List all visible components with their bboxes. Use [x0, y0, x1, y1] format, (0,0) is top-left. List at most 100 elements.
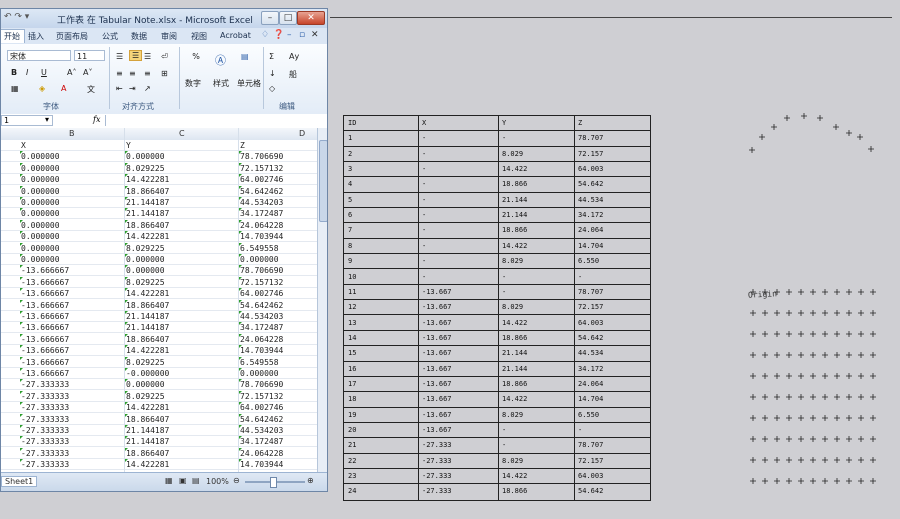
tab-formulas[interactable]: 公式	[102, 31, 118, 42]
cell[interactable]: 44.534203	[238, 425, 283, 436]
orientation-icon[interactable]: ↗	[144, 84, 151, 93]
close-button[interactable]: ✕	[297, 11, 325, 25]
cell[interactable]: 14.422281	[124, 345, 169, 356]
cell[interactable]: 0.000000	[20, 151, 60, 162]
align-top-icon[interactable]: ☰	[116, 52, 123, 61]
window-restore-icon[interactable]: ▫	[299, 30, 305, 40]
cell[interactable]: 0.000000	[20, 219, 60, 231]
cell[interactable]: 64.002746	[238, 174, 283, 185]
cell-grid[interactable]: X Y Z 0.000000 0.000000 78.706690 0.000000 8.02…	[1, 140, 317, 481]
cell[interactable]: 78.706690	[238, 265, 283, 276]
cell[interactable]: 18.866407	[124, 219, 169, 231]
fill-color-icon[interactable]: ◈	[39, 84, 45, 93]
styles-icon[interactable]: Ⓐ	[215, 52, 226, 68]
underline-button[interactable]: U	[41, 68, 47, 77]
cell[interactable]: 21.144187	[124, 208, 169, 219]
cell[interactable]: -27.333333	[19, 425, 69, 436]
cell[interactable]: 64.002746	[238, 402, 283, 413]
cells-button[interactable]: 单元格	[237, 78, 261, 89]
cell[interactable]: 21.144187	[124, 197, 169, 208]
cell[interactable]: -13.666667	[19, 356, 69, 368]
decrease-indent-icon[interactable]: ⇤	[116, 84, 123, 93]
column-header-d[interactable]: D	[299, 129, 305, 138]
cell[interactable]: 8.029225	[125, 356, 165, 368]
cell[interactable]: 0.000000	[125, 254, 165, 265]
tab-data[interactable]: 数据	[131, 31, 147, 42]
cell[interactable]: 21.144187	[124, 425, 169, 436]
cell[interactable]: 44.534203	[238, 197, 283, 208]
cell[interactable]: 0.000000	[20, 231, 60, 242]
align-center-icon[interactable]: ≡	[129, 69, 136, 78]
cell[interactable]: Y	[126, 140, 131, 151]
cell[interactable]: 18.866407	[124, 299, 169, 311]
scrollbar-thumb[interactable]	[319, 140, 327, 222]
cell[interactable]: 14.422281	[124, 402, 169, 413]
window-close-icon[interactable]: ✕	[311, 30, 319, 40]
align-left-icon[interactable]: ≡	[116, 69, 123, 78]
cell[interactable]: 14.703944	[238, 345, 283, 356]
cell[interactable]: 34.172487	[238, 436, 283, 447]
zoom-slider-knob[interactable]	[270, 477, 277, 488]
tab-home[interactable]: 开始	[1, 29, 25, 43]
cell[interactable]: 72.157132	[238, 390, 283, 402]
cell[interactable]: -27.333333	[19, 436, 69, 447]
column-header-c[interactable]: C	[179, 129, 185, 138]
help-icon[interactable]: ❓	[273, 30, 284, 40]
shrink-font-icon[interactable]: A˅	[83, 68, 92, 77]
font-color-icon[interactable]: A	[61, 84, 66, 93]
sort-filter-button[interactable]: Aу	[289, 52, 299, 61]
phonetic-icon[interactable]: 文	[87, 84, 95, 95]
cell[interactable]: Z	[240, 140, 245, 151]
cell[interactable]: 0.000000	[20, 254, 60, 265]
cell[interactable]: 8.029225	[125, 242, 165, 254]
cell[interactable]: -13.666667	[19, 345, 69, 356]
number-button[interactable]: 数字	[185, 78, 201, 89]
cell[interactable]: 0.000000	[125, 151, 165, 162]
cell[interactable]: 21.144187	[124, 322, 169, 333]
cells-icon[interactable]: ▤	[241, 52, 249, 61]
tab-page-layout[interactable]: 页面布局	[56, 31, 88, 42]
excel-window[interactable]: ↶ ↷ ▾ 工作表 在 Tabular Note.xlsx - Microsof…	[0, 8, 328, 492]
zoom-level[interactable]: 100%	[206, 477, 229, 486]
clear-icon[interactable]: ◇	[269, 84, 275, 93]
cell[interactable]: 14.422281	[124, 231, 169, 242]
cell[interactable]: 78.706690	[238, 379, 283, 390]
minimize-button[interactable]: –	[261, 11, 279, 25]
cell[interactable]: 0.000000	[20, 208, 60, 219]
cell[interactable]: 21.144187	[124, 311, 169, 322]
cell[interactable]: 54.642462	[238, 185, 283, 197]
cell[interactable]: -13.666667	[19, 299, 69, 311]
title-bar[interactable]: ↶ ↷ ▾ 工作表 在 Tabular Note.xlsx - Microsof…	[1, 9, 327, 28]
grow-font-icon[interactable]: A˄	[67, 68, 76, 77]
cell[interactable]: 44.534203	[238, 311, 283, 322]
cell[interactable]: 0.000000	[125, 265, 165, 276]
cell[interactable]: 14.422281	[124, 174, 169, 185]
zoom-out-icon[interactable]: ⊖	[233, 476, 240, 485]
cell[interactable]: 0.000000	[20, 242, 60, 254]
cell[interactable]: 0.000000	[20, 185, 60, 197]
cell[interactable]: -13.666667	[19, 276, 69, 288]
italic-button[interactable]: I	[26, 68, 28, 77]
cell[interactable]: -27.333333	[19, 402, 69, 413]
window-minimize-icon[interactable]: –	[287, 30, 292, 40]
styles-button[interactable]: 样式	[213, 78, 229, 89]
cell[interactable]: 0.000000	[20, 197, 60, 208]
find-select-button[interactable]: 船	[289, 69, 297, 80]
tab-view[interactable]: 视图	[191, 31, 207, 42]
cell[interactable]: 34.172487	[238, 208, 283, 219]
autosum-button[interactable]: Σ	[269, 52, 274, 61]
bold-button[interactable]: B	[11, 68, 17, 77]
cell[interactable]: 18.866407	[124, 333, 169, 345]
cell[interactable]: 14.422281	[124, 288, 169, 299]
increase-indent-icon[interactable]: ⇥	[129, 84, 136, 93]
tab-review[interactable]: 审阅	[161, 31, 177, 42]
cell[interactable]: -27.333333	[19, 459, 69, 470]
cell[interactable]: 14.422281	[124, 459, 169, 470]
align-right-icon[interactable]: ≡	[144, 69, 151, 78]
zoom-in-icon[interactable]: ⊕	[307, 476, 314, 485]
cell[interactable]: 0.000000	[125, 379, 165, 390]
cell[interactable]: -27.333333	[19, 390, 69, 402]
percent-button[interactable]: %	[186, 52, 206, 61]
cell[interactable]: 24.064228	[238, 219, 283, 231]
tab-acrobat[interactable]: Acrobat	[220, 31, 251, 40]
